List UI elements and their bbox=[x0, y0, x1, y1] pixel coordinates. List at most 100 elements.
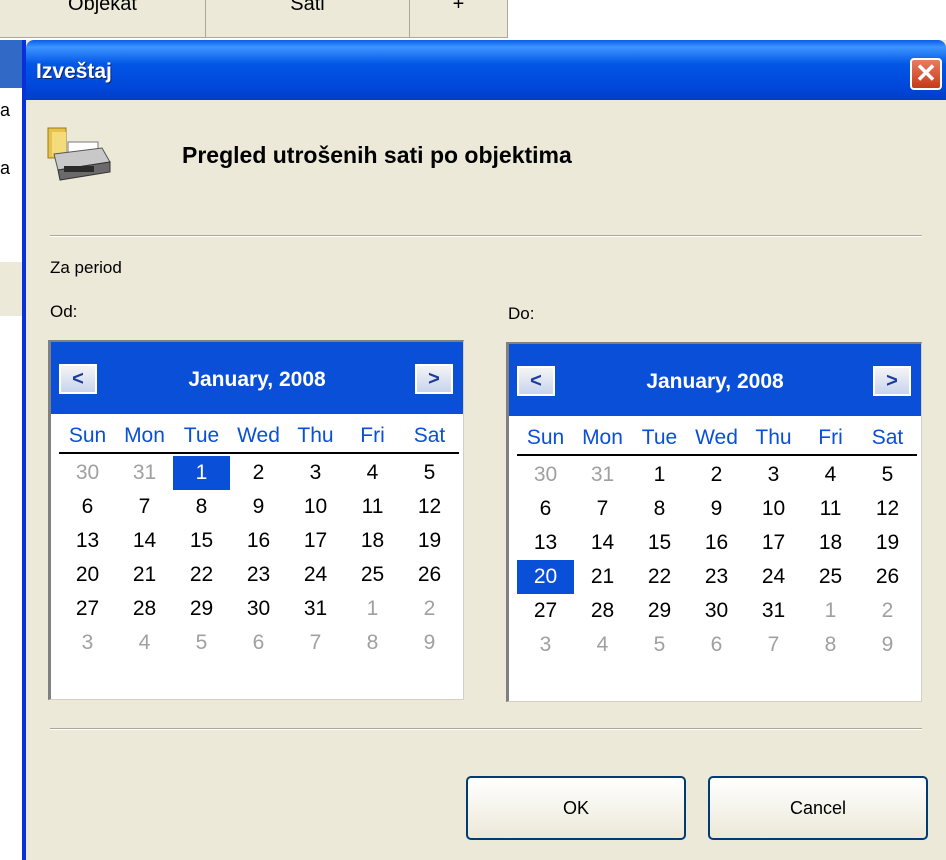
calendar-day[interactable]: 16 bbox=[688, 526, 745, 560]
calendar-day[interactable]: 4 bbox=[116, 626, 173, 660]
column-header-sati[interactable]: Sati bbox=[206, 0, 410, 38]
calendar-day[interactable]: 27 bbox=[59, 592, 116, 626]
calendar-day[interactable]: 23 bbox=[230, 558, 287, 592]
calendar-day[interactable]: 18 bbox=[802, 526, 859, 560]
calendar-day[interactable]: 1 bbox=[631, 458, 688, 492]
calendar-day[interactable]: 10 bbox=[287, 490, 344, 524]
calendar-day[interactable]: 16 bbox=[230, 524, 287, 558]
calendar-day[interactable]: 3 bbox=[287, 456, 344, 490]
calendar-day[interactable]: 4 bbox=[574, 628, 631, 662]
calendar-day[interactable]: 10 bbox=[745, 492, 802, 526]
dialog-titlebar[interactable]: Izveštaj ✕ bbox=[26, 40, 946, 100]
calendar-day[interactable]: 5 bbox=[631, 628, 688, 662]
calendar-day[interactable]: 8 bbox=[631, 492, 688, 526]
calendar-day[interactable]: 7 bbox=[287, 626, 344, 660]
calendar-day[interactable]: 7 bbox=[574, 492, 631, 526]
calendar-day[interactable]: 12 bbox=[859, 492, 916, 526]
calendar-day[interactable]: 6 bbox=[230, 626, 287, 660]
calendar-day[interactable]: 2 bbox=[859, 594, 916, 628]
calendar-day[interactable]: 19 bbox=[401, 524, 458, 558]
calendar-day[interactable]: 29 bbox=[631, 594, 688, 628]
calendar-day[interactable]: 3 bbox=[59, 626, 116, 660]
cancel-button[interactable]: Cancel bbox=[708, 776, 928, 840]
calendar-day[interactable]: 13 bbox=[517, 526, 574, 560]
calendar-day[interactable]: 27 bbox=[517, 594, 574, 628]
calendar-day[interactable]: 7 bbox=[116, 490, 173, 524]
calendar-day[interactable]: 6 bbox=[59, 490, 116, 524]
calendar-day[interactable]: 2 bbox=[230, 456, 287, 490]
calendar-day[interactable]: 5 bbox=[173, 626, 230, 660]
calendar-day[interactable]: 28 bbox=[574, 594, 631, 628]
calendar-day[interactable]: 7 bbox=[745, 628, 802, 662]
calendar-day[interactable]: 17 bbox=[745, 526, 802, 560]
calendar-day[interactable]: 31 bbox=[745, 594, 802, 628]
calendar-day[interactable]: 18 bbox=[344, 524, 401, 558]
calendar-day[interactable]: 20 bbox=[59, 558, 116, 592]
calendar-day[interactable]: 22 bbox=[173, 558, 230, 592]
calendar-day[interactable]: 31 bbox=[574, 458, 631, 492]
calendar-day[interactable]: 3 bbox=[517, 628, 574, 662]
calendar-day[interactable]: 29 bbox=[173, 592, 230, 626]
calendar-day[interactable]: 25 bbox=[344, 558, 401, 592]
calendar-day[interactable]: 20 bbox=[517, 560, 574, 594]
calendar-day[interactable]: 30 bbox=[517, 458, 574, 492]
calendar-day[interactable]: 5 bbox=[401, 456, 458, 490]
calendar-day[interactable]: 24 bbox=[745, 560, 802, 594]
calendar-day[interactable]: 9 bbox=[401, 626, 458, 660]
calendar-day[interactable]: 19 bbox=[859, 526, 916, 560]
calendar-day[interactable]: 23 bbox=[688, 560, 745, 594]
calendar-day[interactable]: 21 bbox=[574, 560, 631, 594]
calendar-day[interactable]: 30 bbox=[230, 592, 287, 626]
calendar-day[interactable]: 31 bbox=[116, 456, 173, 490]
calendar-day[interactable]: 1 bbox=[802, 594, 859, 628]
background-panel bbox=[0, 262, 24, 316]
calendar-day[interactable]: 3 bbox=[745, 458, 802, 492]
day-name: Fri bbox=[360, 424, 385, 447]
calendar-day[interactable]: 9 bbox=[859, 628, 916, 662]
calendar-day[interactable]: 12 bbox=[401, 490, 458, 524]
calendar-day[interactable]: 9 bbox=[688, 492, 745, 526]
calendar-day[interactable]: 8 bbox=[802, 628, 859, 662]
calendar-day[interactable]: 26 bbox=[859, 560, 916, 594]
calendar-day[interactable]: 13 bbox=[59, 524, 116, 558]
day-name: Wed bbox=[695, 426, 738, 449]
calendar-day[interactable]: 15 bbox=[173, 524, 230, 558]
calendar-day[interactable]: 1 bbox=[344, 592, 401, 626]
next-month-button[interactable]: > bbox=[873, 366, 911, 396]
calendar-day[interactable]: 6 bbox=[688, 628, 745, 662]
calendar-day[interactable]: 21 bbox=[116, 558, 173, 592]
calendar-day[interactable]: 1 bbox=[173, 456, 230, 490]
calendar-day[interactable]: 17 bbox=[287, 524, 344, 558]
calendar-day[interactable]: 14 bbox=[116, 524, 173, 558]
calendar-day[interactable]: 9 bbox=[230, 490, 287, 524]
calendar-day[interactable]: 8 bbox=[344, 626, 401, 660]
calendar-day[interactable]: 11 bbox=[802, 492, 859, 526]
calendar-day[interactable]: 30 bbox=[688, 594, 745, 628]
calendar-day[interactable]: 5 bbox=[859, 458, 916, 492]
calendar-day[interactable]: 8 bbox=[173, 490, 230, 524]
calendar-month-title: January, 2008 bbox=[646, 370, 784, 393]
calendar-day[interactable]: 4 bbox=[802, 458, 859, 492]
calendar-day[interactable]: 15 bbox=[631, 526, 688, 560]
calendar-day[interactable]: 14 bbox=[574, 526, 631, 560]
column-header-add[interactable]: + bbox=[410, 0, 508, 38]
next-month-button[interactable]: > bbox=[415, 364, 453, 394]
column-header-objekat[interactable]: Objekat bbox=[0, 0, 206, 38]
calendar-day[interactable]: 22 bbox=[631, 560, 688, 594]
calendar-day[interactable]: 26 bbox=[401, 558, 458, 592]
calendar-day[interactable]: 28 bbox=[116, 592, 173, 626]
to-calendar[interactable]: < January, 2008 > Sun Mon Tue Wed Thu Fr… bbox=[506, 342, 922, 702]
calendar-day[interactable]: 4 bbox=[344, 456, 401, 490]
calendar-day[interactable]: 11 bbox=[344, 490, 401, 524]
day-name: Mon bbox=[124, 424, 165, 447]
ok-button[interactable]: OK bbox=[466, 776, 686, 840]
calendar-day[interactable]: 24 bbox=[287, 558, 344, 592]
calendar-day[interactable]: 6 bbox=[517, 492, 574, 526]
calendar-day[interactable]: 2 bbox=[401, 592, 458, 626]
calendar-day[interactable]: 31 bbox=[287, 592, 344, 626]
calendar-day[interactable]: 25 bbox=[802, 560, 859, 594]
calendar-day[interactable]: 30 bbox=[59, 456, 116, 490]
calendar-day[interactable]: 2 bbox=[688, 458, 745, 492]
from-calendar[interactable]: < January, 2008 > Sun Mon Tue Wed Thu Fr… bbox=[48, 340, 464, 700]
close-button[interactable]: ✕ bbox=[910, 58, 942, 90]
